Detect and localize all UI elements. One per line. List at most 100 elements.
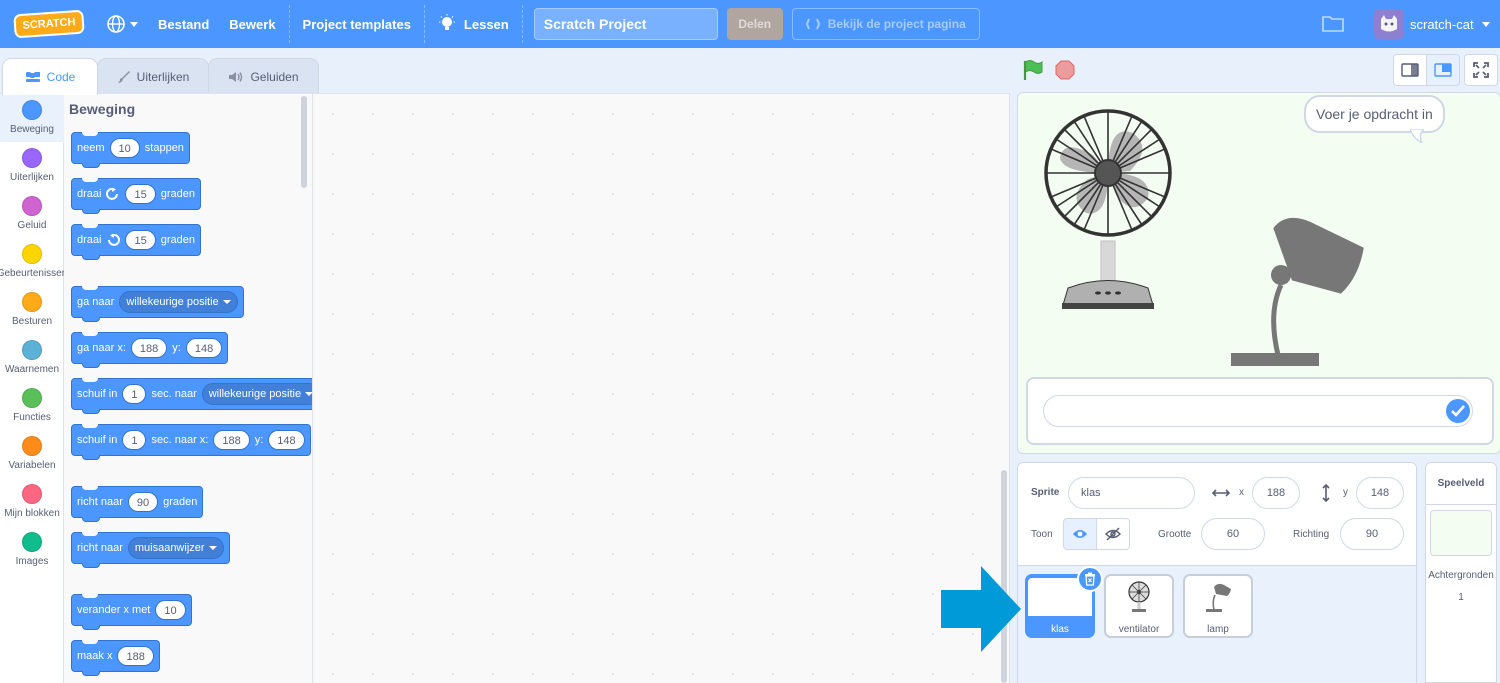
scratch-logo[interactable]: SCRATCH	[13, 9, 85, 39]
block-number-input[interactable]: 188	[213, 430, 250, 450]
stage-target-pane[interactable]: Speelveld Achtergronden 1	[1425, 462, 1497, 683]
edit-menu[interactable]: Bewerk	[219, 0, 285, 48]
file-menu[interactable]: Bestand	[148, 0, 219, 48]
direction-input[interactable]: 90	[1340, 518, 1404, 550]
category-label: Images	[15, 556, 49, 567]
sprite-tile-lamp[interactable]: lamp	[1183, 574, 1253, 638]
block-number-input[interactable]: 1	[122, 430, 147, 450]
project-page-icon	[805, 18, 820, 30]
palette-scrollbar[interactable]	[301, 96, 307, 188]
folder-icon[interactable]	[1322, 14, 1344, 32]
account-menu[interactable]: scratch-cat	[1374, 0, 1490, 48]
tab-sounds[interactable]: Geluiden	[208, 58, 319, 94]
size-input[interactable]: 60	[1201, 518, 1265, 550]
category-dot	[22, 388, 42, 408]
block-change-x[interactable]: verander x met 10	[71, 594, 192, 630]
block-number-input[interactable]: 148	[185, 338, 223, 358]
avatar	[1374, 9, 1404, 39]
block-turn-left[interactable]: draai 15 graden	[71, 224, 201, 260]
horizontal-arrows-icon	[1212, 489, 1230, 497]
block-dropdown[interactable]: willekeurige positie	[201, 383, 312, 405]
block-go-to-xy[interactable]: ga naar x: 188 y: 148	[71, 332, 229, 368]
category-sound[interactable]: Geluid	[0, 190, 64, 238]
ask-prompt-box	[1026, 377, 1494, 445]
block-number-input[interactable]: 148	[268, 430, 305, 450]
fullscreen-button[interactable]	[1464, 54, 1498, 86]
block-dropdown[interactable]: muisaanwijzer	[127, 537, 224, 559]
category-operators[interactable]: Functies	[0, 382, 64, 430]
username: scratch-cat	[1410, 16, 1474, 32]
language-menu[interactable]	[96, 0, 148, 48]
block-dropdown[interactable]: willekeurige positie	[119, 291, 238, 313]
tutorials-label: Lessen	[463, 16, 509, 32]
category-dot	[22, 100, 42, 120]
category-sensing[interactable]: Waarnemen	[0, 334, 64, 382]
block-text: sec. naar x:	[151, 434, 209, 446]
code-workspace[interactable]	[313, 93, 1010, 683]
share-button[interactable]: Delen	[726, 8, 783, 40]
tab-costumes[interactable]: Uiterlijken	[97, 58, 209, 94]
block-number-input[interactable]: 90	[127, 492, 159, 512]
stage[interactable]: Voer je opdracht in	[1017, 92, 1500, 454]
project-title-input[interactable]: Scratch Project	[533, 8, 718, 40]
category-events[interactable]: Gebeurtenissen	[0, 238, 64, 286]
block-number-input[interactable]: 10	[109, 138, 140, 158]
category-my-blocks[interactable]: Mijn blokken	[0, 478, 64, 526]
tutorials-menu[interactable]: Lessen	[428, 0, 519, 48]
tab-label: Code	[46, 70, 76, 84]
block-text: y:	[172, 342, 181, 354]
lightbulb-icon	[438, 14, 455, 30]
show-visible-button[interactable]	[1063, 518, 1097, 550]
block-glide-to-xy[interactable]: schuif in 1 sec. naar x: 188 y: 148	[71, 424, 311, 460]
block-palette: Beweging neem 10 stappen draai 15 graden…	[64, 93, 313, 683]
sprite-tile-ventilator[interactable]: ventilator	[1104, 574, 1174, 638]
block-text: graden	[163, 496, 198, 508]
block-set-x[interactable]: maak x 188	[71, 640, 160, 676]
project-templates-menu[interactable]: Project templates	[293, 0, 421, 48]
sprite-tile-klas[interactable]: klas	[1025, 566, 1103, 638]
tab-code[interactable]: Code	[2, 58, 98, 95]
rotate-left-icon	[108, 234, 121, 246]
block-move-steps[interactable]: neem 10 stappen	[71, 132, 190, 168]
sprite-label: Sprite	[1031, 487, 1060, 498]
delete-sprite-button[interactable]	[1077, 566, 1103, 592]
category-motion[interactable]: Beweging	[0, 94, 64, 142]
fan-sprite[interactable]	[1038, 103, 1178, 323]
block-number-input[interactable]: 15	[125, 230, 156, 250]
block-go-to[interactable]: ga naar willekeurige positie	[71, 286, 244, 322]
block-point-towards[interactable]: richt naar muisaanwijzer	[71, 532, 230, 568]
green-flag-icon[interactable]	[1021, 58, 1045, 82]
y-input[interactable]: 148	[1356, 477, 1404, 509]
see-project-page-label: Bekijk de project pagina	[827, 17, 966, 31]
small-stage-button[interactable]	[1393, 54, 1427, 86]
block-glide-to[interactable]: schuif in 1 sec. naar willekeurige posit…	[71, 378, 312, 414]
sprite-name-input[interactable]: klas	[1068, 477, 1195, 509]
category-looks[interactable]: Uiterlijken	[0, 142, 64, 190]
category-control[interactable]: Besturen	[0, 286, 64, 334]
category-variables[interactable]: Variabelen	[0, 430, 64, 478]
stage-thumbnail[interactable]	[1430, 510, 1492, 556]
block-turn-right[interactable]: draai 15 graden	[71, 178, 201, 214]
ask-answer-input[interactable]	[1043, 395, 1473, 427]
x-label: x	[1239, 487, 1244, 498]
stop-icon[interactable]	[1055, 60, 1075, 80]
submit-answer-button[interactable]	[1446, 399, 1470, 423]
block-number-input[interactable]: 188	[130, 338, 168, 358]
block-number-input[interactable]: 10	[155, 600, 186, 620]
y-label: y	[1343, 487, 1348, 498]
category-images[interactable]: Images	[0, 526, 64, 574]
normal-stage-button[interactable]	[1426, 54, 1460, 86]
show-hidden-button[interactable]	[1096, 518, 1130, 550]
block-number-input[interactable]: 188	[117, 646, 154, 666]
block-number-input[interactable]: 1	[122, 384, 147, 404]
category-label: Variabelen	[8, 460, 56, 471]
lamp-sprite[interactable]	[1223, 213, 1373, 373]
speech-bubble-tail	[1410, 129, 1424, 143]
block-number-input[interactable]: 15	[125, 184, 156, 204]
block-text: schuif in	[77, 434, 118, 446]
block-text: verander x met	[77, 604, 151, 616]
see-project-page-button[interactable]: Bekijk de project pagina	[791, 8, 980, 40]
block-point-in-direction[interactable]: richt naar 90 graden	[71, 486, 204, 522]
tab-label: Geluiden	[250, 69, 299, 84]
x-input[interactable]: 188	[1252, 477, 1300, 509]
